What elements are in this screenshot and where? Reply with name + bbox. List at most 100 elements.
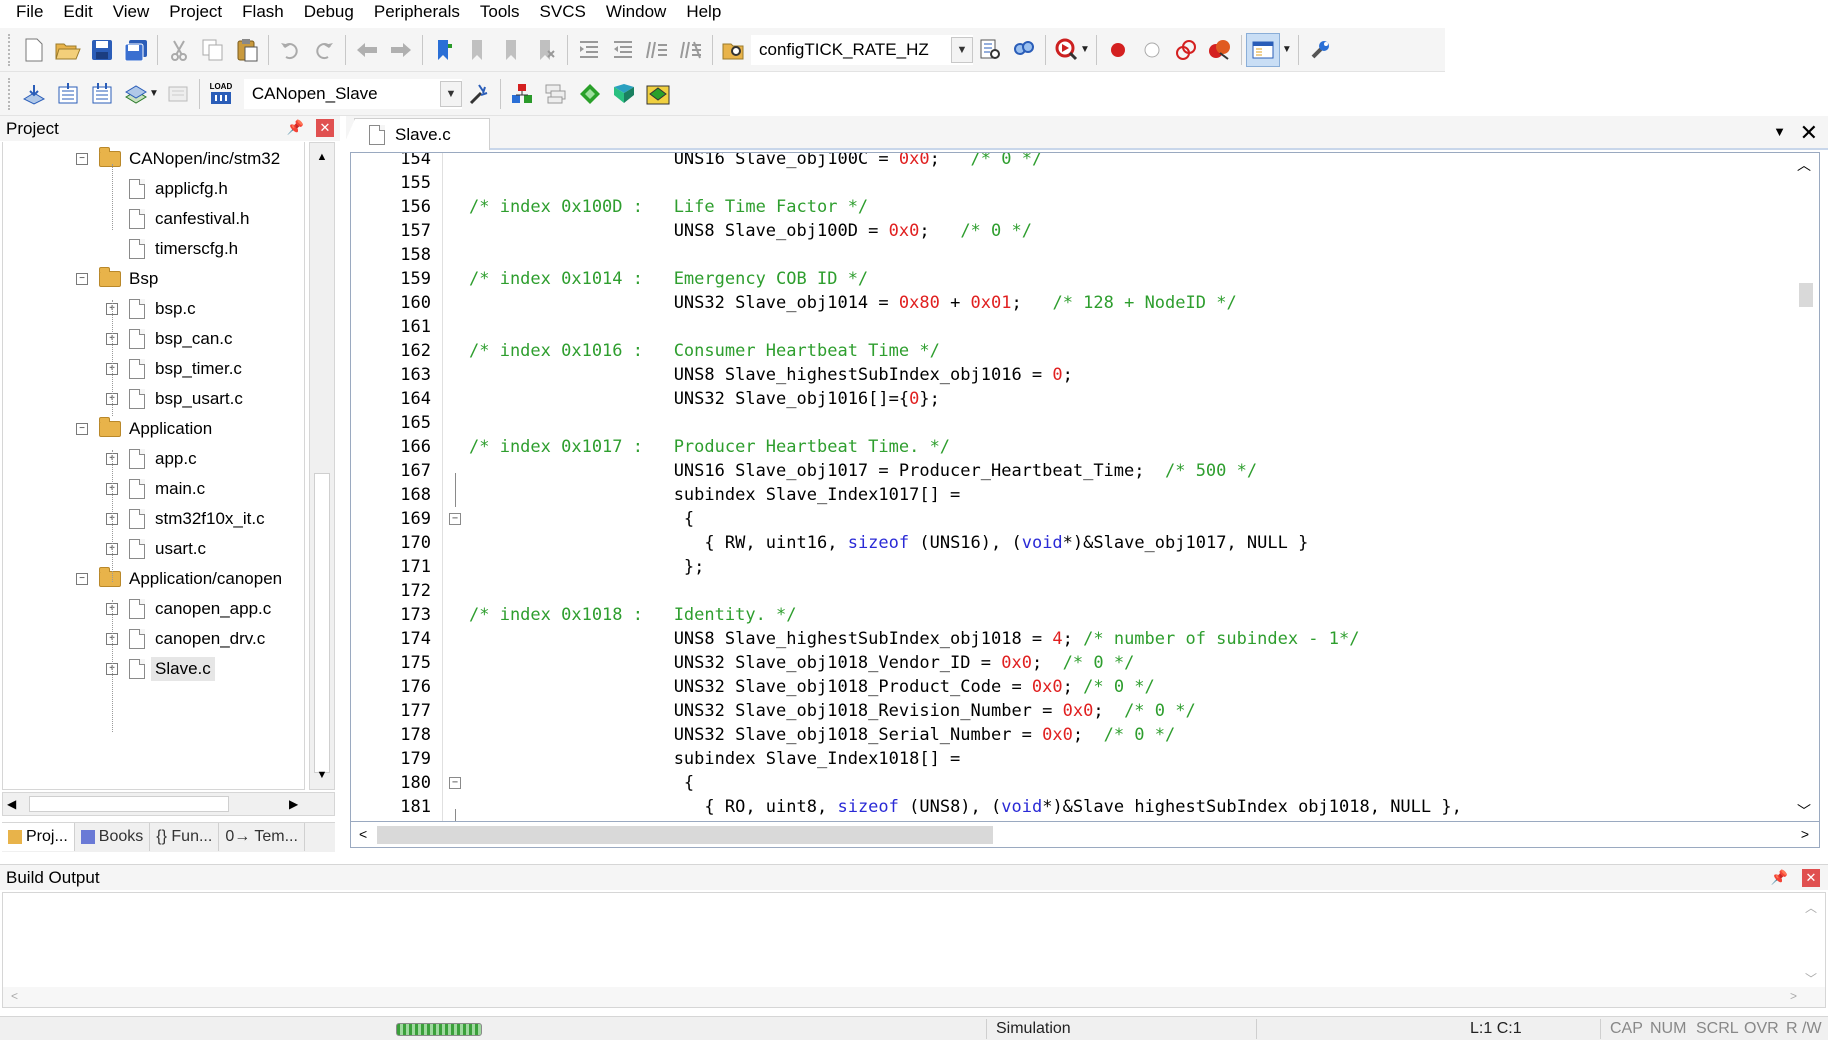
manage-run-time-environment-icon[interactable] — [573, 77, 607, 111]
clear-bookmarks-icon[interactable] — [529, 33, 563, 67]
open-file-icon[interactable] — [51, 33, 85, 67]
menu-project[interactable]: Project — [159, 0, 232, 24]
uncomment-icon[interactable] — [674, 33, 708, 67]
cut-icon[interactable] — [162, 33, 196, 67]
pin-icon[interactable]: 📌 — [287, 119, 304, 136]
scroll-down-arrow-icon[interactable]: ▼ — [310, 763, 334, 787]
chevron-down-icon[interactable]: ▼ — [439, 80, 462, 107]
chevron-down-icon[interactable]: ▼ — [951, 36, 973, 63]
event-recorder-icon[interactable] — [641, 77, 675, 111]
tree-folder[interactable]: CANopen/inc/stm32 — [99, 144, 280, 174]
fold-toggle-icon[interactable]: − — [449, 777, 461, 789]
menu-flash[interactable]: Flash — [232, 0, 294, 24]
close-icon[interactable]: ✕ — [316, 119, 334, 137]
scroll-left-arrow-icon[interactable]: < — [359, 826, 367, 842]
tab-books[interactable]: Books — [75, 823, 151, 851]
close-icon[interactable]: ✕ — [1800, 120, 1818, 146]
target-combo[interactable]: CANopen_Slave ▼ — [243, 78, 462, 109]
editor-vertical-scrollbar[interactable]: ︿ ﹀ — [1793, 153, 1819, 821]
save-icon[interactable] — [85, 33, 119, 67]
save-all-icon[interactable] — [119, 33, 153, 67]
debug-start-icon[interactable] — [1050, 33, 1084, 67]
scroll-up-arrow-icon[interactable]: ︿ — [1805, 899, 1817, 916]
editor-horizontal-scrollbar[interactable]: < > — [350, 822, 1820, 848]
scroll-right-arrow-icon[interactable]: > — [1790, 989, 1797, 1003]
menu-help[interactable]: Help — [676, 0, 731, 24]
insert-bookmark-icon[interactable] — [427, 33, 461, 67]
tree-file[interactable]: canopen_drv.c — [129, 624, 265, 654]
find-in-files-icon[interactable] — [717, 33, 751, 67]
tree-file[interactable]: app.c — [129, 444, 197, 474]
chevron-down-icon[interactable]: ▼ — [1282, 44, 1292, 55]
next-bookmark-icon[interactable] — [495, 33, 529, 67]
toolbar-grip[interactable] — [8, 33, 11, 66]
tab-templates[interactable]: 0→ Tem... — [219, 823, 305, 851]
menu-peripherals[interactable]: Peripherals — [364, 0, 470, 24]
tree-file[interactable]: bsp_usart.c — [129, 384, 243, 414]
build-icon[interactable] — [51, 77, 85, 111]
pin-icon[interactable]: 📌 — [1771, 869, 1788, 886]
toolbar-grip[interactable] — [8, 77, 11, 110]
tree-folder[interactable]: Application — [99, 414, 212, 444]
tree-file[interactable]: main.c — [129, 474, 205, 504]
configure-icon[interactable] — [1303, 33, 1337, 67]
tree-file[interactable]: usart.c — [129, 534, 206, 564]
build-output-vertical-scrollbar[interactable]: ︿ ﹀ — [1799, 893, 1823, 987]
scroll-up-arrow-icon[interactable]: ▲ — [310, 145, 334, 169]
menu-file[interactable]: File — [6, 0, 53, 24]
menu-edit[interactable]: Edit — [53, 0, 102, 24]
download-icon[interactable]: LOAD — [204, 77, 238, 111]
chevron-down-icon[interactable]: ▼ — [1080, 44, 1090, 55]
menu-view[interactable]: View — [103, 0, 160, 24]
breakpoint-kill-all-icon[interactable] — [1203, 33, 1237, 67]
tree-file[interactable]: canfestival.h — [129, 204, 250, 234]
navigate-forward-icon[interactable] — [384, 33, 418, 67]
menu-window[interactable]: Window — [596, 0, 676, 24]
collapse-icon[interactable]: − — [76, 573, 88, 585]
close-icon[interactable]: ✕ — [1802, 869, 1820, 887]
tree-file[interactable]: stm32f10x_it.c — [129, 504, 265, 534]
tab-slave-c[interactable]: Slave.c — [341, 118, 490, 151]
collapse-icon[interactable]: − — [76, 423, 88, 435]
select-packs-icon[interactable] — [539, 77, 573, 111]
scroll-right-arrow-icon[interactable]: ▶ — [289, 797, 298, 811]
scroll-right-arrow-icon[interactable]: > — [1801, 826, 1809, 842]
project-tree-vertical-scrollbar[interactable]: ▲ ▼ — [309, 142, 335, 790]
fold-toggle-icon[interactable]: − — [449, 513, 461, 525]
scrollbar-thumb[interactable] — [29, 796, 229, 812]
new-file-icon[interactable] — [17, 33, 51, 67]
previous-bookmark-icon[interactable] — [461, 33, 495, 67]
target-options-icon[interactable] — [462, 77, 496, 111]
tree-file[interactable]: Slave.c — [129, 654, 215, 684]
manage-project-items-icon[interactable] — [505, 77, 539, 111]
tree-file[interactable]: timerscfg.h — [129, 234, 238, 264]
menu-debug[interactable]: Debug — [294, 0, 364, 24]
chevron-down-icon[interactable]: ▼ — [149, 88, 159, 99]
incremental-find-icon[interactable] — [1007, 33, 1041, 67]
build-output-pane[interactable]: ︿ ﹀ < > — [2, 892, 1826, 1008]
redo-icon[interactable] — [307, 33, 341, 67]
scroll-left-arrow-icon[interactable]: ◀ — [7, 797, 16, 811]
collapse-icon[interactable]: − — [76, 153, 88, 165]
chevron-down-icon[interactable]: ▼ — [1773, 124, 1786, 139]
build-output-horizontal-scrollbar[interactable]: < > — [3, 987, 1825, 1007]
tree-file[interactable]: bsp.c — [129, 294, 196, 324]
menu-svcs[interactable]: SVCS — [530, 0, 596, 24]
navigate-back-icon[interactable] — [350, 33, 384, 67]
breakpoint-insert-icon[interactable] — [1101, 33, 1135, 67]
batch-build-icon[interactable] — [119, 77, 153, 111]
scrollbar-thumb[interactable] — [314, 473, 330, 773]
tree-file[interactable]: canopen_app.c — [129, 594, 271, 624]
scrollbar-thumb[interactable] — [377, 826, 993, 844]
translate-icon[interactable] — [17, 77, 51, 111]
undo-icon[interactable] — [273, 33, 307, 67]
scroll-down-arrow-icon[interactable]: ﹀ — [1797, 801, 1811, 821]
tree-file[interactable]: bsp_can.c — [129, 324, 233, 354]
scroll-left-arrow-icon[interactable]: < — [11, 989, 18, 1003]
tree-folder[interactable]: Bsp — [99, 264, 158, 294]
search-combo[interactable]: configTICK_RATE_HZ ▼ — [751, 34, 973, 65]
menu-tools[interactable]: Tools — [470, 0, 530, 24]
collapse-icon[interactable]: − — [76, 273, 88, 285]
paste-icon[interactable] — [230, 33, 264, 67]
copy-icon[interactable] — [196, 33, 230, 67]
